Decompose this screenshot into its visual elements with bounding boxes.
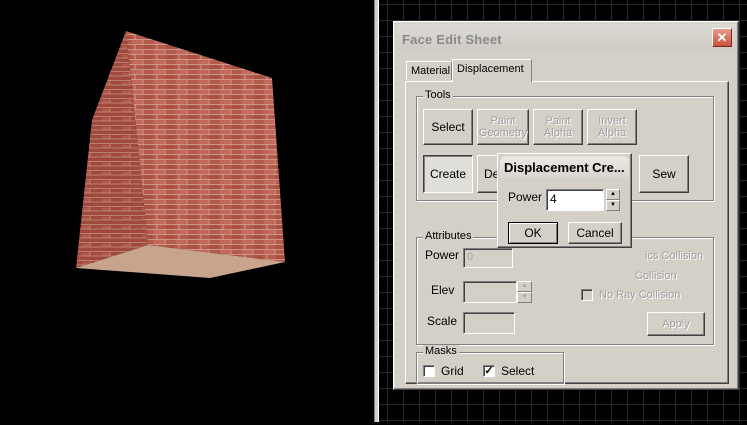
select-mask-label: Select — [501, 364, 535, 378]
paint-geometry-button[interactable]: Paint Geometry — [477, 109, 529, 145]
sew-button[interactable]: Sew — [639, 155, 689, 193]
create-button[interactable]: Create — [423, 155, 473, 193]
cube-front-face — [126, 31, 285, 262]
collision-label: Collision — [635, 270, 677, 282]
dialog-power-stepper[interactable]: ▲ ▼ — [606, 189, 620, 211]
power-field[interactable]: 0 — [463, 248, 513, 268]
no-ray-collision-checkbox[interactable] — [581, 289, 593, 301]
elev-label: Elev — [431, 283, 455, 297]
window-title: Face Edit Sheet — [402, 32, 502, 47]
power-label: Power — [425, 248, 460, 262]
window-titlebar[interactable]: Face Edit Sheet ✕ — [396, 24, 736, 50]
tab-displacement[interactable]: Displacement — [452, 59, 532, 82]
3d-viewport[interactable] — [0, 0, 374, 422]
masks-group: Masks Grid ✓ Select — [416, 345, 564, 384]
tab-material[interactable]: Material — [406, 61, 452, 80]
dialog-titlebar[interactable]: Displacement Cre... — [500, 156, 629, 178]
invert-alpha-button[interactable]: Invert Alpha — [587, 109, 637, 145]
select-button[interactable]: Select — [423, 109, 473, 145]
attributes-group-label: Attributes — [423, 230, 474, 242]
brick-cube-render — [76, 31, 285, 278]
cancel-button[interactable]: Cancel — [568, 222, 622, 244]
tools-group-label: Tools — [423, 89, 453, 101]
displacement-create-dialog: Displacement Cre... Power 4 ▲ ▼ OK Cance… — [497, 153, 632, 248]
power-up-icon[interactable]: ▲ — [606, 189, 620, 200]
dialog-power-label: Power — [508, 190, 543, 204]
power-down-icon[interactable]: ▼ — [606, 200, 620, 211]
physics-collision-label: ics Collision — [645, 250, 704, 262]
attributes-group: Attributes Power 0 Elev ▲ ▼ Scale ics Co… — [416, 230, 714, 345]
no-ray-collision-label: No Ray Collision — [599, 289, 681, 301]
scale-label: Scale — [427, 314, 458, 328]
dialog-power-input[interactable]: 4 — [546, 189, 604, 211]
grid-label: Grid — [441, 364, 464, 378]
paint-alpha-button[interactable]: Paint Alpha — [533, 109, 583, 145]
grid-checkbox[interactable] — [423, 365, 435, 377]
elev-up-icon[interactable]: ▲ — [517, 281, 532, 292]
ok-button[interactable]: OK — [508, 222, 558, 244]
scale-field[interactable] — [463, 312, 515, 334]
close-icon[interactable]: ✕ — [712, 28, 732, 47]
masks-group-label: Masks — [423, 345, 459, 357]
elev-stepper[interactable]: ▲ ▼ — [517, 281, 532, 303]
apply-button[interactable]: Apply — [647, 312, 705, 336]
elev-down-icon[interactable]: ▼ — [517, 292, 532, 303]
dialog-title: Displacement Cre... — [504, 160, 625, 175]
select-mask-checkbox[interactable]: ✓ — [483, 365, 495, 377]
elev-field[interactable] — [463, 281, 517, 303]
checkmark-icon: ✓ — [484, 365, 494, 377]
